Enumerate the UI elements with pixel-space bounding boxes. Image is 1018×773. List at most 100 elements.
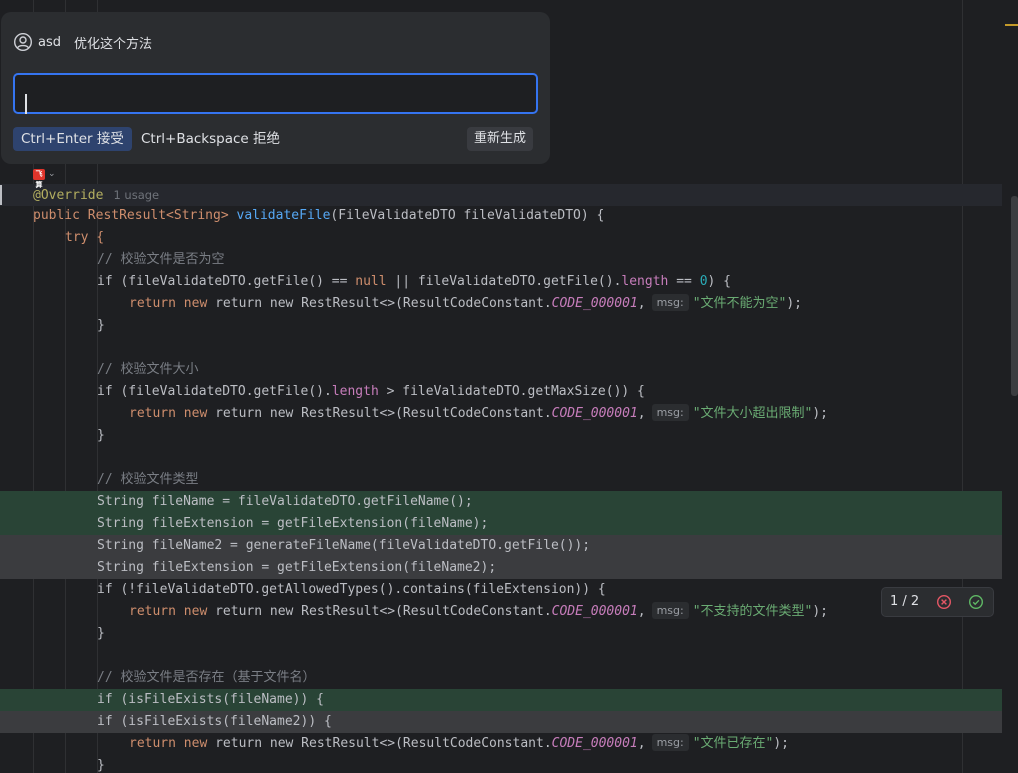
comment: // 校验文件是否为空 — [97, 252, 225, 267]
ai-prompt-popup: asd 优化这个方法 Ctrl+Enter 接受 Ctrl+Backspace … — [1, 12, 550, 164]
scrollbar-thumb[interactable] — [1011, 196, 1018, 396]
null-keyword: null — [355, 274, 387, 289]
code-line[interactable]: // 校验文件大小 — [0, 359, 1002, 381]
check-circle-icon[interactable] — [968, 594, 984, 610]
diff-added-line[interactable]: String fileExtension = getFileExtension(… — [0, 513, 1002, 535]
comment: // 校验文件是否存在（基于文件名） — [97, 670, 316, 685]
close-brace: } — [97, 428, 105, 443]
code-text: if (isFileExists(fileName2)) { — [97, 714, 332, 729]
code-text: return new RestResult<>(ResultCodeConsta… — [215, 406, 552, 421]
close-brace: } — [97, 626, 105, 641]
sig-post: (FileValidateDTO fileValidateDTO) { — [330, 208, 605, 223]
string-literal: "不支持的文件类型" — [692, 604, 813, 619]
user-icon — [13, 32, 33, 52]
diff-added-line[interactable]: String fileName = fileValidateDTO.getFil… — [0, 491, 1002, 513]
close-brace: } — [97, 318, 105, 333]
code-line[interactable]: return new return new RestResult<>(Resul… — [0, 733, 1002, 755]
vertical-scrollbar[interactable] — [1010, 0, 1018, 773]
code-line[interactable]: if (!fileValidateDTO.getAllowedTypes().c… — [0, 579, 1002, 601]
plugin-logo-icon: 飞算 — [33, 168, 45, 189]
code-text: if (isFileExists(fileName)) { — [97, 692, 324, 707]
param-hint: msg: — [651, 404, 689, 421]
param-hint: msg: — [651, 734, 689, 751]
code-text: return new RestResult<>(ResultCodeConsta… — [215, 604, 552, 619]
scroll-marker — [1005, 24, 1018, 26]
code-line[interactable]: return new return new RestResult<>(Resul… — [0, 403, 1002, 425]
code-text: ); — [812, 604, 829, 619]
code-text: if (!fileValidateDTO.getAllowedTypes().c… — [97, 582, 606, 597]
code-text: if (fileValidateDTO.getFile(). — [97, 384, 332, 399]
code-line[interactable]: } — [0, 315, 1002, 337]
code-line[interactable]: // 校验文件是否存在（基于文件名） — [0, 667, 1002, 689]
code-text: == — [668, 274, 700, 289]
field-ref: length — [331, 384, 379, 399]
code-line[interactable]: if (fileValidateDTO.getFile() == null ||… — [0, 271, 1002, 293]
code-text: , — [637, 736, 646, 751]
code-text: return new RestResult<>(ResultCodeConsta… — [215, 736, 552, 751]
string-literal: "文件已存在" — [692, 736, 774, 751]
accept-button[interactable]: Ctrl+Enter 接受 — [13, 127, 132, 151]
code-text: ); — [786, 296, 803, 311]
constant-ref: CODE_000001 — [551, 604, 638, 619]
prompt-header: asd 优化这个方法 — [13, 32, 152, 52]
plugin-menu[interactable]: 飞算 ⌄ — [33, 167, 56, 189]
code-text: ); — [773, 736, 790, 751]
diff-removed-line[interactable]: if (isFileExists(fileName2)) { — [0, 711, 1002, 733]
string-literal: "文件不能为空" — [692, 296, 787, 311]
diff-counter: 1 / 2 — [890, 594, 920, 609]
code-line[interactable]: // 校验文件类型 — [0, 469, 1002, 491]
constant-ref: CODE_000001 — [551, 406, 638, 421]
code-text: , — [637, 604, 646, 619]
code-line[interactable]: } — [0, 623, 1002, 645]
code-line[interactable]: // 校验文件是否为空 — [0, 249, 1002, 271]
code-text: String fileExtension = getFileExtension(… — [97, 516, 489, 531]
code-line[interactable]: return new return new RestResult<>(Resul… — [0, 601, 1002, 623]
diff-added-line[interactable]: if (isFileExists(fileName)) { — [0, 689, 1002, 711]
code-text: || fileValidateDTO.getFile(). — [386, 274, 622, 289]
constant-ref: CODE_000001 — [551, 736, 638, 751]
prompt-input[interactable] — [13, 73, 538, 114]
code-text: , — [637, 406, 646, 421]
code-text: String fileExtension = getFileExtension(… — [97, 560, 497, 575]
comment: // 校验文件类型 — [97, 472, 199, 487]
close-circle-icon[interactable] — [936, 594, 952, 610]
code-text: ) { — [707, 274, 731, 289]
code-text: if (fileValidateDTO.getFile() == — [97, 274, 356, 289]
code-line[interactable]: } — [0, 425, 1002, 447]
code-text: , — [637, 296, 646, 311]
input-caret — [25, 94, 27, 114]
code-text: ); — [812, 406, 829, 421]
prompt-text: 优化这个方法 — [74, 36, 153, 52]
code-line[interactable]: public RestResult<String> validateFile(F… — [0, 205, 1002, 227]
code-text: return new RestResult<>(ResultCodeConsta… — [215, 296, 552, 311]
code-line[interactable]: return new return new RestResult<>(Resul… — [0, 293, 1002, 315]
diff-removed-line[interactable]: String fileName2 = generateFileName(file… — [0, 535, 1002, 557]
constant-ref: CODE_000001 — [551, 296, 638, 311]
code-line[interactable]: @Override 1 usage — [0, 184, 1002, 206]
string-literal: "文件大小超出限制" — [692, 406, 813, 421]
diff-navigator: 1 / 2 — [881, 587, 994, 617]
regenerate-button[interactable]: 重新生成 — [467, 127, 534, 151]
code-line[interactable]: if (fileValidateDTO.getFile().length > f… — [0, 381, 1002, 403]
reject-button[interactable]: Ctrl+Backspace 拒绝 — [141, 127, 280, 151]
diff-removed-line[interactable]: String fileExtension = getFileExtension(… — [0, 557, 1002, 579]
comment: // 校验文件大小 — [97, 362, 199, 377]
sig-pre: public RestResult<String> — [33, 208, 237, 223]
param-hint: msg: — [651, 294, 689, 311]
try-keyword: try { — [65, 230, 105, 245]
close-brace: } — [97, 758, 105, 773]
code-editor[interactable]: @Override 1 usage public RestResult<Strin… — [0, 0, 1018, 773]
code-text: > fileValidateDTO.getMaxSize()) { — [378, 384, 645, 399]
code-text: String fileName2 = generateFileName(file… — [97, 538, 591, 553]
text-caret — [0, 185, 2, 205]
field-ref: length — [621, 274, 669, 289]
user-name: asd — [38, 34, 61, 50]
method-name[interactable]: validateFile — [237, 208, 331, 223]
usage-hint[interactable]: 1 usage — [113, 188, 159, 202]
annotation: @Override — [33, 188, 104, 203]
chevron-down-icon: ⌄ — [48, 169, 56, 179]
code-line[interactable]: try { — [0, 227, 1002, 249]
code-line[interactable]: } — [0, 755, 1002, 773]
param-hint: msg: — [651, 602, 689, 619]
code-text: String fileName = fileValidateDTO.getFil… — [97, 494, 473, 509]
